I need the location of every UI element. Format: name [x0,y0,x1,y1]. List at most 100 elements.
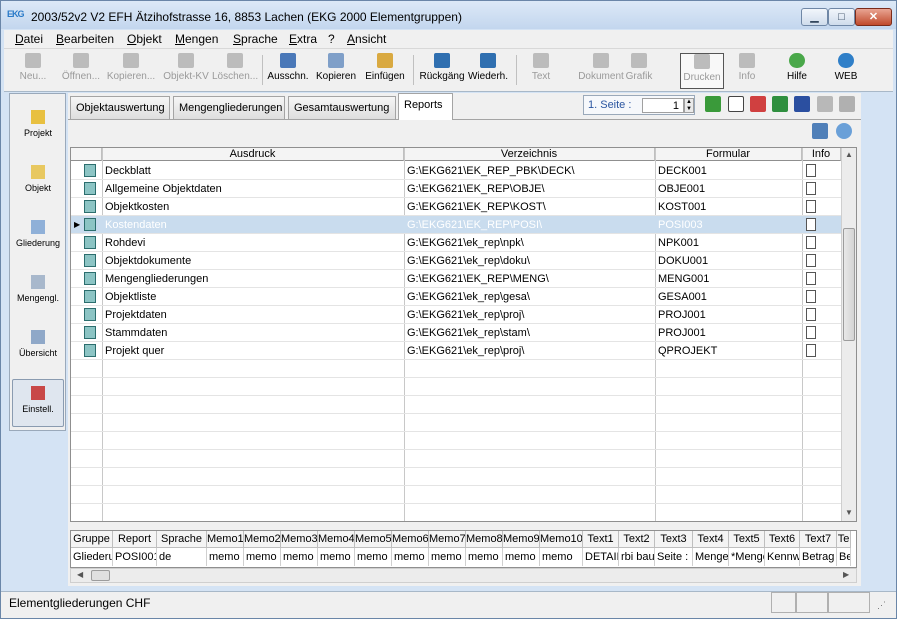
tab-gesamtauswertung[interactable]: Gesamtauswertung [288,96,396,119]
detail-header[interactable]: Text1 [583,531,619,548]
info-document-icon[interactable] [806,344,816,357]
document-button[interactable]: Dokument [577,53,625,89]
detail-header[interactable]: Text2 [619,531,655,548]
cell-ausdruck[interactable]: Allgemeine Objektdaten [102,180,402,198]
menu-mengen[interactable]: Mengen [175,32,218,46]
detail-value[interactable]: DETAIL [583,548,619,566]
table-row[interactable]: Projektdaten G:\EKG621\ek_rep\proj\ PROJ00… [71,306,841,324]
table-row[interactable]: ▶ Kostendaten G:\EKG621\EK_REP\POSI\ POSI00… [71,216,841,234]
print-icon[interactable] [839,96,855,112]
info-document-icon[interactable] [806,200,816,213]
detail-header[interactable]: Memo10 [540,531,583,548]
detail-value[interactable]: memo [540,548,583,566]
table-row[interactable]: Objektkosten G:\EKG621\EK_REP\KOST\ KOST00… [71,198,841,216]
new-document-icon[interactable] [728,96,744,112]
resize-grip-icon[interactable]: ⋰ [877,600,886,611]
detail-value[interactable]: Seite : [655,548,693,566]
table-row[interactable]: Projekt quer G:\EKG621\ek_rep\proj\ QPROJE… [71,342,841,360]
new-button[interactable]: Neu... [12,53,54,89]
detail-header[interactable]: Memo2 [244,531,281,548]
tab-reports[interactable]: Reports [398,93,453,120]
excel-icon[interactable] [772,96,788,112]
table-row[interactable]: Mengengliederungen G:\EKG621\EK_REP\MENG\… [71,270,841,288]
cell-ausdruck[interactable]: Deckblatt [102,162,402,180]
detail-header[interactable]: Memo7 [429,531,466,548]
page-input[interactable]: 1 [642,98,684,113]
info-document-icon[interactable] [806,218,816,231]
detail-value[interactable]: memo [503,548,540,566]
header-ausdruck[interactable]: Ausdruck [102,148,404,161]
detail-value[interactable]: rbi bau [619,548,655,566]
save-icon[interactable] [817,96,833,112]
detail-header[interactable]: Text6 [765,531,800,548]
tab-objektauswertung[interactable]: Objektauswertung [70,96,170,119]
table-row[interactable]: Rohdevi G:\EKG621\ek_rep\npk\ NPK001 [71,234,841,252]
table-row[interactable] [71,378,841,396]
text-button[interactable]: Text [526,53,556,89]
scroll-left-arrow[interactable]: ◀ [77,570,83,579]
cell-ausdruck[interactable]: Stammdaten [102,324,402,342]
sidebar-item-einstell[interactable]: Einstell. [12,379,64,427]
cell-formular[interactable]: NPK001 [655,234,800,252]
help-button[interactable]: Hilfe [782,53,812,89]
header-formular[interactable]: Formular [655,148,802,161]
cell-ausdruck[interactable]: Mengengliederungen [102,270,402,288]
detail-value[interactable]: memo [429,548,466,566]
horizontal-scrollbar[interactable]: ◀ ▶ [70,568,857,583]
menu-objekt[interactable]: Objekt [127,32,162,46]
cell-ausdruck[interactable]: Objektliste [102,288,402,306]
detail-value[interactable]: Be [837,548,851,566]
title-bar[interactable]: EKG 2003/52v2 V2 EFH Ätzihofstrasse 16, … [1,1,896,29]
info-document-icon[interactable] [806,254,816,267]
undo-button[interactable]: Rückgäng [418,53,466,89]
detail-value[interactable]: Gliederu [71,548,113,566]
detail-value[interactable]: Kennw [765,548,800,566]
info-document-icon[interactable] [806,182,816,195]
cell-verzeichnis[interactable]: G:\EKG621\EK_REP\OBJE\ [404,180,653,198]
header-verzeichnis[interactable]: Verzeichnis [404,148,655,161]
cell-ausdruck[interactable]: Rohdevi [102,234,402,252]
table-row[interactable] [71,468,841,486]
table-row[interactable]: Objektdokumente G:\EKG621\ek_rep\doku\ DOK… [71,252,841,270]
table-row[interactable] [71,396,841,414]
table-row[interactable]: Allgemeine Objektdaten G:\EKG621\EK_REP\O… [71,180,841,198]
detail-header[interactable]: Text5 [729,531,765,548]
close-button[interactable]: ✕ [855,8,892,26]
detail-header[interactable]: Text7 [800,531,837,548]
graphic-button[interactable]: Grafik [625,53,653,89]
sidebar-item-projekt[interactable]: Projekt [12,104,64,152]
cell-formular[interactable]: PROJ001 [655,306,800,324]
refresh-info-icon[interactable] [836,123,852,139]
detail-value[interactable]: *Menge [729,548,765,566]
detail-header[interactable]: Memo5 [355,531,392,548]
cell-formular[interactable]: KOST001 [655,198,800,216]
sidebar-item-uebersicht[interactable]: Übersicht [12,324,64,372]
table-row[interactable] [71,432,841,450]
menu-bearbeiten[interactable]: Bearbeiten [56,32,114,46]
vertical-scrollbar[interactable]: ▲ ▼ [841,148,856,521]
cell-verzeichnis[interactable]: G:\EKG621\ek_rep\stam\ [404,324,653,342]
cell-verzeichnis[interactable]: G:\EKG621\ek_rep\npk\ [404,234,653,252]
cell-formular[interactable]: OBJE001 [655,180,800,198]
paste-button[interactable]: Einfügen [362,53,408,89]
delete-button[interactable]: Löschen... [212,53,258,89]
sidebar-item-mengengl[interactable]: Mengengl. [12,269,64,317]
detail-value[interactable]: memo [207,548,244,566]
detail-value[interactable]: memo [281,548,318,566]
detail-value[interactable]: memo [466,548,503,566]
word-icon[interactable] [794,96,810,112]
open-button[interactable]: Öffnen... [58,53,104,89]
pdf-icon[interactable] [750,96,766,112]
cell-verzeichnis[interactable]: G:\EKG621\EK_REP_PBK\DECK\ [404,162,653,180]
detail-header[interactable]: Memo6 [392,531,429,548]
detail-header[interactable]: Memo1 [207,531,244,548]
cell-ausdruck[interactable]: Projekt quer [102,342,402,360]
info-document-icon[interactable] [806,236,816,249]
detail-header[interactable]: Memo3 [281,531,318,548]
copy-object-button[interactable]: Kopieren... [106,53,156,89]
cell-verzeichnis[interactable]: G:\EKG621\EK_REP\KOST\ [404,198,653,216]
detail-header[interactable]: Sprache [157,531,207,548]
detail-value[interactable]: memo [355,548,392,566]
minimize-button[interactable]: ▁ [801,8,828,26]
maximize-button[interactable]: □ [828,8,855,26]
